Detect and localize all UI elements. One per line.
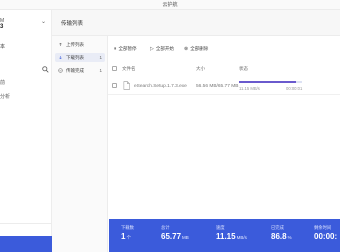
file-size: 56.56 MB/65.77 MB: [196, 84, 239, 89]
remaining-time: 00:00:01: [286, 86, 303, 91]
start-all-button[interactable]: ▷ 全部开始: [150, 46, 174, 55]
stat-label: 剩余时间: [314, 225, 332, 230]
file-name: eSearch.Setup.1.7.3.exe: [134, 84, 187, 89]
nav-item-upload[interactable]: 上传列表: [55, 40, 105, 49]
user-id-label: 3: [0, 24, 4, 30]
nav-item-count: 1: [99, 68, 102, 73]
sidebar-divider: [0, 223, 52, 224]
download-progress-fill: [239, 81, 296, 83]
column-header-size: 大小: [196, 66, 205, 71]
transfer-nav: 上传列表 下载列表 1 传输完成 1: [52, 36, 108, 252]
stat-value: 00:00:: [314, 232, 338, 241]
sidebar-item-analysis[interactable]: 分析: [0, 93, 10, 100]
sidebar-section-label: 本: [0, 44, 6, 50]
upload-icon: [59, 42, 62, 46]
stat-value: 65.77: [161, 232, 182, 241]
file-icon: [123, 81, 130, 90]
stat-value: 1: [121, 232, 126, 241]
table-row[interactable]: eSearch.Setup.1.7.3.exe 56.56 MB/65.77 M…: [108, 77, 340, 95]
stat-label: 速度: [216, 225, 225, 230]
stat-value: 86.8: [271, 232, 287, 241]
start-all-label: 全部开始: [155, 46, 174, 51]
stat-value-wrap: 86.8%: [271, 232, 292, 241]
stats-bar: 下载数 1个 总计 65.77MB 速度 11.15MB/s 已完成 86.8%…: [109, 219, 340, 252]
stat-unit: MB: [182, 235, 189, 240]
stat-value: 11.15: [216, 232, 236, 241]
sidebar-active-bar[interactable]: [0, 236, 52, 252]
delete-all-label: 全部删除: [190, 46, 209, 51]
delete-all-button[interactable]: ⊗ 全部删除: [184, 46, 208, 55]
stat-unit: 个: [126, 235, 131, 240]
title-bar: 云护航: [0, 0, 340, 10]
table-header: 文件名 大小 状态: [108, 64, 340, 73]
row-checkbox[interactable]: [112, 83, 117, 88]
column-header-status: 状态: [239, 66, 248, 71]
download-progress-bar: [239, 81, 302, 83]
nav-item-label: 上传列表: [66, 42, 84, 47]
page-header: 传输列表: [52, 10, 340, 36]
column-header-filename: 文件名: [122, 66, 136, 71]
stat-value-wrap: 00:00:: [314, 232, 338, 241]
sidebar: M 3 ⌄ 本 前 分析: [0, 10, 52, 252]
play-icon: ▷: [150, 46, 154, 52]
pause-all-label: 全部暂停: [118, 46, 137, 51]
download-icon: [59, 56, 62, 60]
search-icon[interactable]: [42, 66, 49, 73]
stat-label: 总计: [161, 225, 170, 230]
stat-label: 已完成: [271, 225, 284, 230]
select-all-checkbox[interactable]: [112, 66, 117, 71]
check-circle-icon: [58, 68, 63, 73]
trash-icon: ⊗: [184, 46, 189, 52]
window-title: 云护航: [162, 2, 178, 8]
nav-item-completed[interactable]: 传输完成 1: [55, 66, 105, 75]
nav-item-download[interactable]: 下载列表 1: [55, 53, 105, 62]
toolbar: ⏸ 全部暂停 ▷ 全部开始 ⊗ 全部删除: [108, 46, 340, 55]
chevron-down-icon[interactable]: ⌄: [41, 18, 46, 25]
pause-icon: ⏸: [114, 46, 117, 52]
page-title: 传输列表: [61, 21, 84, 27]
stat-value-wrap: 11.15MB/s: [216, 232, 247, 241]
sidebar-item-recent[interactable]: 前: [0, 79, 5, 86]
stat-unit: %: [287, 235, 292, 240]
nav-item-count: 1: [99, 55, 102, 60]
stat-unit: MB/s: [236, 235, 247, 240]
stat-value-wrap: 1个: [121, 232, 131, 241]
download-speed: 11.15 MB/s: [239, 86, 260, 91]
nav-item-label: 下载列表: [66, 55, 84, 60]
stat-label: 下载数: [121, 225, 134, 230]
pause-all-button[interactable]: ⏸ 全部暂停: [114, 46, 137, 55]
stat-value-wrap: 65.77MB: [161, 232, 189, 241]
nav-item-label: 传输完成: [66, 68, 84, 73]
